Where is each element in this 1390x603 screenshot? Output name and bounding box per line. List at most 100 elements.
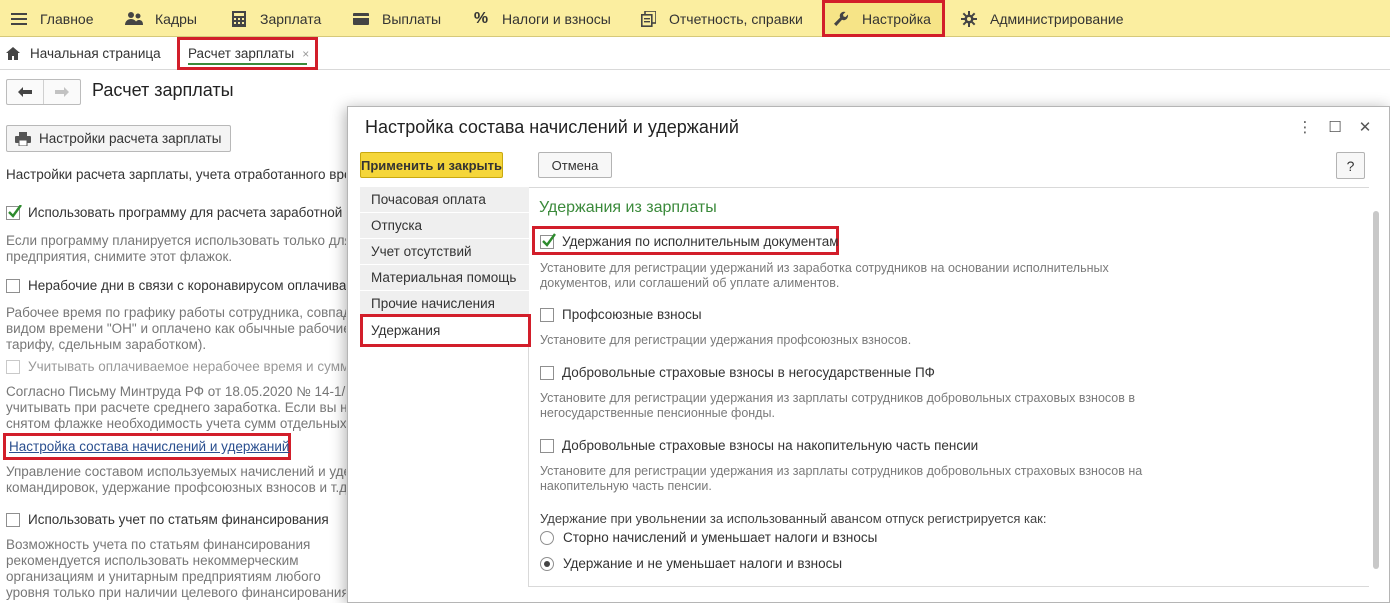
note-line: Рабочее время по графику работы сотрудни… — [6, 305, 346, 320]
menu-item-payments[interactable]: Выплаты — [352, 0, 441, 37]
union-fees-option[interactable]: Профсоюзные взносы — [540, 307, 702, 322]
tab-salary-calc[interactable]: Расчет зарплаты × — [177, 37, 318, 70]
note-line: видом времени "ОН" и оплачено как обычны… — [6, 321, 346, 336]
note-line: предприятия, снимите этот флажок. — [6, 249, 233, 264]
menu-item-label: Настройка — [862, 10, 931, 27]
radio-reversal[interactable] — [540, 530, 554, 545]
more-icon[interactable]: ⋮ — [1295, 117, 1315, 137]
description-line: Установите для регистрации удержания из … — [540, 464, 1143, 478]
menu-item-settings[interactable]: Настройка — [822, 0, 945, 37]
nav-item-absences[interactable]: Учет отсутствий — [360, 239, 529, 265]
page-title: Расчет зарплаты — [92, 80, 234, 100]
close-icon[interactable]: ✕ — [1355, 117, 1375, 137]
paid-nonworking-option[interactable]: Учитывать оплачиваемое нерабочее время и… — [6, 359, 346, 374]
writ-deductions-option[interactable]: Удержания по исполнительным документам — [540, 232, 839, 249]
arrow-right-icon — [55, 87, 69, 97]
tab-label: Начальная страница — [30, 46, 161, 61]
radio-reversal-option[interactable]: Сторно начислений и уменьшает налоги и в… — [540, 530, 877, 545]
option-label: Использовать учет по статьям финансирова… — [28, 512, 329, 527]
back-button[interactable] — [7, 80, 43, 104]
dialog-title: Настройка состава начислений и удержаний — [365, 117, 739, 137]
note-line: Если программу планируется использовать … — [6, 233, 346, 248]
composition-link-highlight: Настройка состава начислений и удержаний — [3, 433, 291, 460]
use-program-option[interactable]: Использовать программу для расчета зараб… — [6, 205, 346, 220]
option-label: Учитывать оплачиваемое нерабочее время и… — [28, 359, 346, 374]
section-title: Удержания из зарплаты — [539, 199, 717, 216]
help-button[interactable]: ? — [1336, 152, 1365, 179]
description-line: накопительную часть пенсии. — [540, 479, 712, 493]
covid-days-option[interactable]: Нерабочие дни в связи с коронавирусом оп… — [6, 278, 346, 293]
paid-nonworking-checkbox[interactable] — [6, 359, 20, 374]
composition-settings-link[interactable]: Настройка состава начислений и удержаний — [9, 439, 289, 454]
menu-item-label: Главное — [40, 10, 94, 27]
description-line: Установите для регистрации удержания из … — [540, 391, 1136, 405]
use-program-checkbox[interactable] — [6, 205, 22, 220]
close-tab-icon[interactable]: × — [302, 47, 309, 61]
tab-bar: Начальная страница Расчет зарплаты × — [0, 37, 1390, 70]
calculator-icon — [230, 10, 248, 28]
npf-contributions-checkbox[interactable] — [540, 365, 554, 380]
home-icon — [6, 47, 20, 60]
option-label: Добровольные страховые взносы в негосуда… — [562, 365, 935, 380]
history-nav — [6, 79, 81, 105]
note-line: организациям и унитарным предприятиям лю… — [6, 569, 321, 584]
scrollbar[interactable] — [1372, 203, 1380, 583]
option-description: Установите для регистрации удержаний из … — [540, 261, 1180, 291]
option-label: Нерабочие дни в связи с коронавирусом оп… — [28, 278, 346, 293]
note-line: Возможность учета по статьям финансирова… — [6, 537, 311, 552]
financing-note: Возможность учета по статьям финансирова… — [6, 537, 346, 601]
funded-pension-checkbox[interactable] — [540, 438, 554, 453]
radio-label: Удержание и не уменьшает налоги и взносы — [563, 556, 843, 571]
printer-icon — [15, 131, 31, 146]
option-description: Установите для регистрации удержания из … — [540, 391, 1180, 421]
tab-label: Расчет зарплаты — [188, 46, 295, 61]
scroll-thumb[interactable] — [1373, 211, 1379, 569]
menu-item-hr[interactable]: Кадры — [125, 0, 197, 37]
wallet-icon — [352, 10, 370, 28]
deductions-pane: Удержания из зарплаты Удержания по испол… — [529, 187, 1369, 587]
menu-item-reports[interactable]: Отчетность, справки — [639, 0, 803, 37]
description-line: документов, или соглашений об уплате али… — [540, 276, 840, 290]
financing-option[interactable]: Использовать учет по статьям финансирова… — [6, 512, 346, 527]
gear-icon — [960, 10, 978, 28]
option-description: Установите для регистрации удержания из … — [540, 464, 1180, 494]
composition-dialog: Настройка состава начислений и удержаний… — [347, 106, 1390, 603]
menu-item-salary[interactable]: Зарплата — [230, 0, 321, 37]
radio-deduction[interactable] — [540, 556, 554, 571]
menu-item-label: Налоги и взносы — [502, 10, 611, 27]
wrench-icon — [832, 10, 850, 28]
union-fees-checkbox[interactable] — [540, 307, 554, 322]
nav-item-vacations[interactable]: Отпуска — [360, 213, 529, 239]
menu-item-taxes[interactable]: % Налоги и взносы — [472, 0, 611, 37]
npf-contributions-option[interactable]: Добровольные страховые взносы в негосуда… — [540, 365, 935, 380]
menu-item-label: Отчетность, справки — [669, 10, 803, 27]
covid-days-checkbox[interactable] — [6, 278, 20, 293]
nav-item-hourly-pay[interactable]: Почасовая оплата — [360, 187, 529, 213]
salary-settings-button[interactable]: Настройки расчета зарплаты — [6, 125, 231, 152]
nav-item-financial-aid[interactable]: Материальная помощь — [360, 265, 529, 291]
cancel-button[interactable]: Отмена — [538, 152, 612, 178]
note-line: тарифу, сдельным заработком). — [6, 337, 207, 352]
forward-button[interactable] — [43, 80, 80, 104]
nav-item-deductions[interactable]: Удержания — [360, 314, 531, 347]
apply-and-close-button[interactable]: Применить и закрыть — [360, 152, 503, 178]
description-line: Установите для регистрации удержаний из … — [540, 261, 1109, 275]
menu-item-label: Администрирование — [990, 10, 1124, 27]
writ-deductions-checkbox[interactable] — [540, 232, 556, 249]
funded-pension-option[interactable]: Добровольные страховые взносы на накопит… — [540, 438, 978, 453]
menu-item-main[interactable]: Главное — [10, 0, 94, 37]
note-line: Управление составом используемых начисле… — [6, 464, 346, 479]
radio-deduction-option[interactable]: Удержание и не уменьшает налоги и взносы — [540, 556, 842, 571]
financing-checkbox[interactable] — [6, 512, 20, 527]
hamburger-icon — [10, 10, 28, 28]
button-label: Настройки расчета зарплаты — [39, 131, 222, 146]
option-description: Установите для регистрации удержания про… — [540, 333, 1180, 348]
dismissal-label: Удержание при увольнении за использованн… — [540, 511, 1047, 526]
radio-label: Сторно начислений и уменьшает налоги и в… — [563, 530, 878, 545]
tab-home[interactable]: Начальная страница — [6, 37, 161, 70]
note-line: Согласно Письму Минтруда РФ от 18.05.202… — [6, 384, 346, 399]
menu-item-administration[interactable]: Администрирование — [960, 0, 1124, 37]
maximize-icon[interactable]: ☐ — [1325, 117, 1345, 137]
option-label: Использовать программу для расчета зараб… — [28, 205, 346, 220]
note-line: учитывать при расчете среднего заработка… — [6, 400, 346, 415]
